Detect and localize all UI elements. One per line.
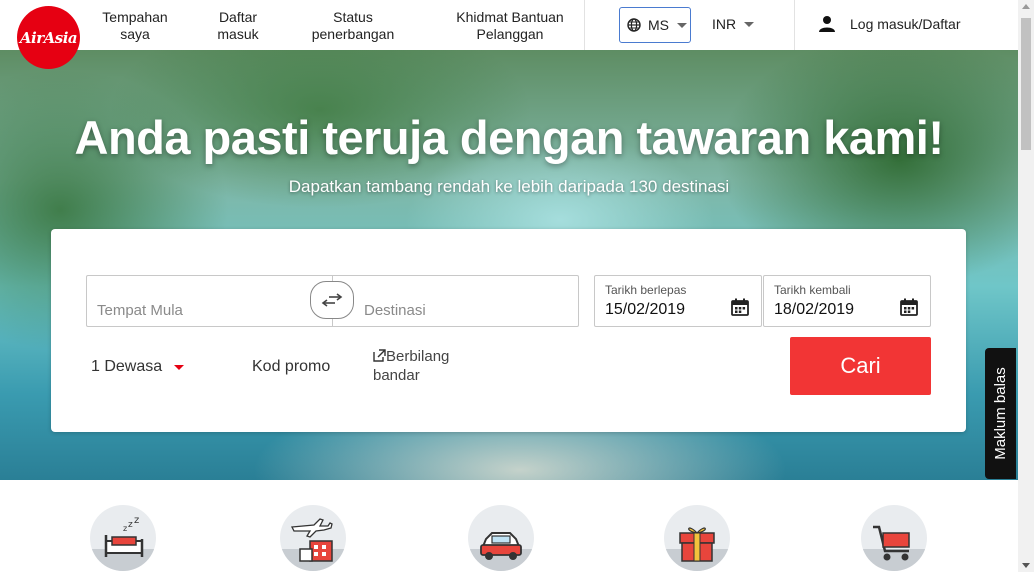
return-date-value: 18/02/2019	[774, 301, 855, 318]
search-button[interactable]: Cari	[790, 337, 931, 395]
flight-search-panel: Tempat Mula Destinasi Tarikh berlepas 15…	[51, 229, 966, 432]
nav-customer-support[interactable]: Khidmat Bantuan Pelanggan	[452, 9, 568, 43]
destination-placeholder: Destinasi	[364, 302, 426, 319]
login-register-link[interactable]: Log masuk/Daftar	[818, 15, 961, 33]
hotel-icon[interactable]: zzz	[90, 505, 156, 571]
origin-placeholder: Tempat Mula	[97, 302, 183, 319]
airasia-logo[interactable]: AirAsia	[17, 6, 80, 69]
external-link-icon	[373, 349, 386, 362]
passenger-count: 1 Dewasa	[91, 358, 163, 375]
svg-text:z: z	[128, 520, 133, 530]
user-icon	[819, 16, 835, 32]
car-icon[interactable]	[468, 505, 534, 571]
origin-input[interactable]: Tempat Mula	[86, 275, 332, 327]
page-scrollbar[interactable]	[1018, 0, 1034, 572]
shopping-cart-icon[interactable]	[861, 505, 927, 571]
multi-city-link[interactable]: Berbilang bandar	[373, 347, 483, 385]
depart-date-label: Tarikh berlepas	[605, 283, 687, 297]
flight-hotel-icon[interactable]	[280, 505, 346, 571]
feedback-tab[interactable]: Maklum balas	[985, 348, 1016, 479]
return-date-field[interactable]: Tarikh kembali 18/02/2019	[763, 275, 931, 327]
svg-text:z: z	[134, 515, 139, 526]
chevron-down-icon	[744, 21, 755, 27]
svg-text:z: z	[123, 524, 127, 533]
scrollbar-thumb[interactable]	[1021, 18, 1031, 150]
top-navbar: AirAsia Tempahan saya Daftar masuk Statu…	[0, 0, 1018, 69]
return-date-label: Tarikh kembali	[774, 283, 851, 297]
hero-subtitle: Dapatkan tambang rendah ke lebih daripad…	[288, 177, 730, 196]
currency-value: INR	[712, 16, 737, 32]
destination-input[interactable]: Destinasi	[332, 275, 579, 327]
language-selector[interactable]: MS	[619, 7, 691, 43]
category-strip: zzz	[0, 480, 1018, 572]
scroll-up-arrow-icon[interactable]	[1022, 4, 1030, 9]
calendar-icon	[731, 298, 749, 316]
promo-code-link[interactable]: Kod promo	[252, 358, 330, 376]
nav-flight-status[interactable]: Status penerbangan	[305, 9, 401, 43]
depart-date-field[interactable]: Tarikh berlepas 15/02/2019	[594, 275, 762, 327]
header-divider	[794, 0, 795, 50]
calendar-icon	[900, 298, 918, 316]
scroll-down-arrow-icon[interactable]	[1022, 563, 1030, 568]
currency-selector[interactable]: INR	[712, 16, 755, 32]
chevron-down-icon	[174, 364, 185, 370]
swap-route-button[interactable]	[310, 281, 354, 319]
globe-icon	[627, 18, 641, 32]
language-value: MS	[648, 17, 669, 33]
swap-arrows-icon	[321, 293, 343, 307]
header-divider	[584, 0, 585, 50]
passenger-selector[interactable]: 1 Dewasa	[91, 358, 185, 376]
nav-check-in[interactable]: Daftar masuk	[212, 9, 264, 43]
gift-icon[interactable]	[664, 505, 730, 571]
depart-date-value: 15/02/2019	[605, 301, 686, 318]
nav-my-bookings[interactable]: Tempahan saya	[98, 9, 172, 43]
hero-title: Anda pasti teruja dengan tawaran kami!	[74, 111, 945, 164]
chevron-down-icon	[677, 22, 687, 28]
